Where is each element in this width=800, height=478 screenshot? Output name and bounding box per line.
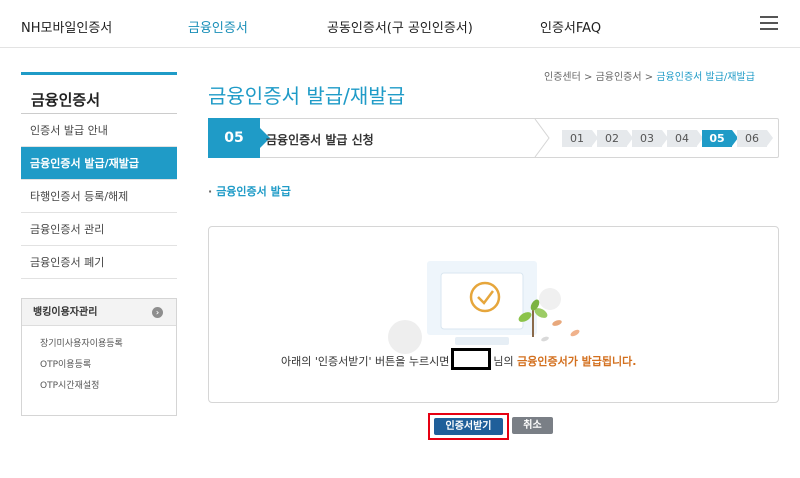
banking-user-header[interactable]: 뱅킹이용자관리 › xyxy=(22,299,176,326)
issue-button-focus-outline: 인증서받기 xyxy=(428,413,509,440)
banking-user-box: 뱅킹이용자관리 › 장기미사용자이용등록 OTP이용등록 OTP시간재설정 xyxy=(21,298,177,416)
notice-highlight: 금융인증서가 발급됩니다. xyxy=(517,355,637,368)
banking-user-title: 뱅킹이용자관리 xyxy=(33,307,98,318)
sidebar-item-cert-revoke[interactable]: 금융인증서 폐기 xyxy=(21,246,177,279)
step-chip: 01 xyxy=(562,130,598,147)
step-divider xyxy=(534,119,550,157)
notice-middle: 님의 xyxy=(493,355,514,368)
breadcrumb-separator: > xyxy=(644,72,654,83)
nav-joint-cert[interactable]: 공동인증서(구 공인인증서) xyxy=(327,17,473,36)
redacted-name xyxy=(451,348,492,370)
step-progress-bar: 05 금융인증서 발급 신청 01 02 03 04 05 06 xyxy=(208,118,779,158)
sidebar-menu: 인증서 발급 안내 금융인증서 발급/재발급 타행인증서 등록/해제 금융인증서… xyxy=(21,114,177,279)
page-title: 금융인증서 발급/재발급 xyxy=(208,84,406,108)
breadcrumb-item[interactable]: 인증센터 xyxy=(544,72,581,83)
current-step-number: 05 xyxy=(208,118,270,158)
sidebar-item-issue-guide[interactable]: 인증서 발급 안내 xyxy=(21,114,177,147)
section-heading-text: 금융인증서 발급 xyxy=(216,185,291,198)
step-chip: 02 xyxy=(597,130,633,147)
link-otp-register[interactable]: OTP이용등록 xyxy=(40,355,176,376)
issue-content-box: 아래의 '인증서받기' 버튼을 누르시면 님의 금융인증서가 발급됩니다. xyxy=(208,226,779,403)
bullet-icon: · xyxy=(208,185,213,198)
breadcrumb-current: 금융인증서 발급/재발급 xyxy=(656,72,755,83)
chevron-right-icon[interactable]: › xyxy=(152,307,163,318)
cancel-button[interactable]: 취소 xyxy=(512,417,553,434)
breadcrumb-item[interactable]: 금융인증서 xyxy=(596,72,642,83)
link-otp-time-reset[interactable]: OTP시간재설정 xyxy=(40,376,176,397)
step-chip-active: 05 xyxy=(702,130,738,147)
banking-user-links: 장기미사용자이용등록 OTP이용등록 OTP시간재설정 xyxy=(22,326,176,397)
certificate-illustration-icon xyxy=(388,261,580,354)
step-chip: 04 xyxy=(667,130,703,147)
top-navigation: NH모바일인증서 금융인증서 공동인증서(구 공인인증서) 인증서FAQ xyxy=(0,0,800,48)
sidebar: 금융인증서 인증서 발급 안내 금융인증서 발급/재발급 타행인증서 등록/해제… xyxy=(21,72,177,416)
notice-prefix: 아래의 '인증서받기' 버튼을 누르시면 xyxy=(281,355,450,368)
section-heading: · 금융인증서 발급 xyxy=(208,183,291,199)
breadcrumb-separator: > xyxy=(584,72,593,83)
sidebar-item-cert-manage[interactable]: 금융인증서 관리 xyxy=(21,213,177,246)
nav-cert-faq[interactable]: 인증서FAQ xyxy=(540,17,601,36)
step-chip: 06 xyxy=(737,130,773,147)
issue-cert-button[interactable]: 인증서받기 xyxy=(434,418,503,435)
issue-notice: 아래의 '인증서받기' 버튼을 누르시면 님의 금융인증서가 발급됩니다. xyxy=(281,348,637,370)
nav-nh-mobile-cert[interactable]: NH모바일인증서 xyxy=(21,17,112,36)
breadcrumb: 인증센터 > 금융인증서 > 금융인증서 발급/재발급 xyxy=(544,68,755,83)
current-step-label: 금융인증서 발급 신청 xyxy=(266,133,374,147)
sidebar-title: 금융인증서 xyxy=(21,72,177,114)
nav-financial-cert[interactable]: 금융인증서 xyxy=(188,17,248,36)
sidebar-item-issue-reissue[interactable]: 금융인증서 발급/재발급 xyxy=(21,147,177,180)
step-chip: 03 xyxy=(632,130,668,147)
link-dormant-register[interactable]: 장기미사용자이용등록 xyxy=(40,334,176,355)
menu-icon[interactable] xyxy=(760,16,778,30)
sidebar-item-other-bank-register[interactable]: 타행인증서 등록/해제 xyxy=(21,180,177,213)
